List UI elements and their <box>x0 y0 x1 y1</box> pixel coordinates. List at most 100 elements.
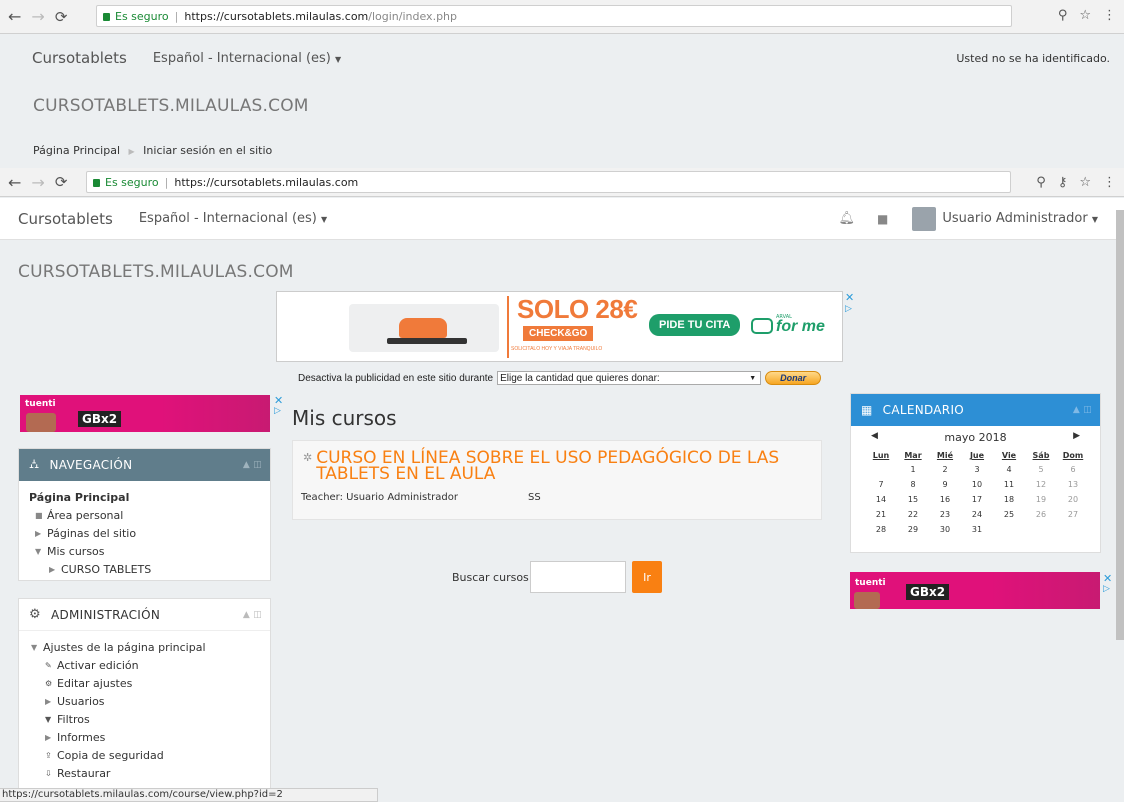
adchoices-icon[interactable]: ▷ <box>845 304 852 314</box>
calendar-header[interactable]: ▦ CALENDARIO ▲ ◫ <box>851 394 1100 426</box>
calendar-day[interactable]: 18 <box>993 492 1025 507</box>
admin-item-users[interactable]: ▶ Usuarios <box>29 693 260 711</box>
calendar-day[interactable]: 24 <box>961 507 993 522</box>
user-menu[interactable]: Usuario Administrador ▼ <box>942 211 1098 226</box>
ad-banner[interactable]: SOLO 28€ CHECK&GO SOLICITALO HOY Y VIAJA… <box>276 291 843 362</box>
brand-link[interactable]: Cursotablets <box>32 49 127 67</box>
search-courses-input[interactable] <box>530 561 626 593</box>
admin-group-frontpage[interactable]: ▼ Ajustes de la página principal <box>29 639 260 657</box>
calendar-day[interactable]: 25 <box>993 507 1025 522</box>
calendar-day[interactable]: 28 <box>865 522 897 537</box>
adchoices-icon[interactable]: ▷ <box>274 406 281 416</box>
tuenti-ad-right[interactable]: tuenti GBx2 <box>850 572 1100 609</box>
calendar-day[interactable]: 22 <box>897 507 929 522</box>
calendar-day[interactable]: 9 <box>929 477 961 492</box>
nav-item-my-courses[interactable]: ▼ Mis cursos <box>29 543 260 561</box>
notifications-bell-icon[interactable]: 🔔︎ <box>839 211 856 226</box>
admin-item-edit-settings[interactable]: ⚙ Editar ajustes <box>29 675 260 693</box>
calendar-week-row: 7 8 9 10 11 12 13 <box>865 477 1089 492</box>
language-menu[interactable]: Español - Internacional (es) ▼ <box>153 51 341 66</box>
back-arrow-icon[interactable]: ← <box>8 173 21 192</box>
reload-icon[interactable]: ⟳ <box>55 173 68 191</box>
calendar-day[interactable]: 11 <box>993 477 1025 492</box>
calendar-day[interactable]: 20 <box>1057 492 1089 507</box>
donate-select[interactable]: Elige la cantidad que quieres donar: ▼ <box>497 371 762 385</box>
calendar-day[interactable]: 29 <box>897 522 929 537</box>
reload-icon[interactable]: ⟳ <box>55 8 68 26</box>
nav-item-site-pages[interactable]: ▶ Páginas del sitio <box>29 525 260 543</box>
forward-arrow-icon[interactable]: → <box>31 173 44 192</box>
calendar-day[interactable]: 5 <box>1025 462 1057 477</box>
menu-dots-icon[interactable]: ⋮ <box>1103 175 1116 190</box>
calendar-day[interactable]: 1 <box>897 462 929 477</box>
zoom-icon[interactable]: ⚲ <box>1036 175 1046 190</box>
nav-item-dashboard[interactable]: ■ Área personal <box>29 507 260 525</box>
calendar-day[interactable]: 8 <box>897 477 929 492</box>
administration-title: ADMINISTRACIÓN <box>50 607 161 622</box>
calendar-day[interactable]: 10 <box>961 477 993 492</box>
language-menu[interactable]: Español - Internacional (es) ▼ <box>139 211 327 226</box>
secure-label: Es seguro <box>115 9 169 23</box>
calendar-month: mayo 2018 <box>944 431 1007 444</box>
calendar-day[interactable]: 3 <box>961 462 993 477</box>
course-title-link[interactable]: CURSO EN LÍNEA SOBRE EL USO PEDAGÓGICO D… <box>316 450 806 483</box>
tuenti-ad-left[interactable]: tuenti GBx2 <box>20 395 270 432</box>
search-go-button[interactable]: Ir <box>632 561 662 593</box>
calendar-day[interactable]: 13 <box>1057 477 1089 492</box>
calendar-day[interactable]: 4 <box>993 462 1025 477</box>
admin-item-restore[interactable]: ⇩ Restaurar <box>29 765 260 783</box>
calendar-day[interactable]: 19 <box>1025 492 1057 507</box>
admin-item-edit-mode[interactable]: ✎ Activar edición <box>29 657 260 675</box>
calendar-day[interactable]: 16 <box>929 492 961 507</box>
nav-home[interactable]: Página Principal <box>29 489 260 507</box>
key-icon[interactable]: ⚷ <box>1058 175 1068 190</box>
scrollbar[interactable] <box>1116 210 1124 640</box>
calendar-day[interactable]: 27 <box>1057 507 1089 522</box>
block-collapse-icon[interactable]: ▲ ◫ <box>243 610 262 620</box>
calendar-day[interactable]: 17 <box>961 492 993 507</box>
next-month-icon[interactable]: ▶ <box>1073 431 1080 441</box>
calendar-day[interactable]: 26 <box>1025 507 1057 522</box>
nav-item-course-tablets[interactable]: ▶ CURSO TABLETS <box>29 561 260 579</box>
admin-item-backup[interactable]: ⇪ Copia de seguridad <box>29 747 260 765</box>
ad-cta-button[interactable]: PIDE TU CITA <box>649 314 741 336</box>
zoom-icon[interactable]: ⚲ <box>1058 8 1068 23</box>
navigation-header[interactable]: ⛼ NAVEGACIÓN ▲ ◫ <box>19 449 270 481</box>
menu-dots-icon[interactable]: ⋮ <box>1103 8 1116 23</box>
address-bar[interactable]: Es seguro | https://cursotablets.milaula… <box>96 5 1012 27</box>
calendar-day[interactable]: 23 <box>929 507 961 522</box>
back-arrow-icon[interactable]: ← <box>8 7 21 26</box>
messages-icon[interactable]: ■ <box>877 212 888 226</box>
ad-close-icon[interactable]: ✕ <box>845 291 854 304</box>
calendar-day[interactable]: 6 <box>1057 462 1089 477</box>
site-title-back: CURSOTABLETS.MILAULAS.COM <box>33 96 309 116</box>
calendar-day[interactable]: 31 <box>961 522 993 537</box>
forward-arrow-icon[interactable]: → <box>31 7 44 26</box>
calendar-day[interactable]: 2 <box>929 462 961 477</box>
calendar-day[interactable]: 15 <box>897 492 929 507</box>
donate-button[interactable]: Donar <box>765 371 822 385</box>
expand-icon: ▶ <box>49 565 56 574</box>
address-bar[interactable]: Es seguro | https://cursotablets.milaula… <box>86 171 1011 193</box>
calendar-day[interactable]: 7 <box>865 477 897 492</box>
admin-item-filters[interactable]: ▼ Filtros <box>29 711 260 729</box>
calendar-week-row: 14 15 16 17 18 19 20 <box>865 492 1089 507</box>
sitemap-icon: ⛼ <box>29 456 40 472</box>
adchoices-icon[interactable]: ▷ <box>1103 584 1110 594</box>
calendar-day[interactable]: 21 <box>865 507 897 522</box>
block-collapse-icon[interactable]: ▲ ◫ <box>1073 405 1092 415</box>
calendar-day-header: Sáb <box>1032 451 1050 460</box>
bookmark-star-icon[interactable]: ☆ <box>1079 8 1091 23</box>
administration-header[interactable]: ⚙ ADMINISTRACIÓN ▲ ◫ <box>19 599 270 631</box>
ad-brand-icon <box>751 318 773 334</box>
avatar[interactable] <box>912 206 937 231</box>
block-collapse-icon[interactable]: ▲ ◫ <box>243 460 262 470</box>
calendar-day[interactable]: 30 <box>929 522 961 537</box>
ad-promo-name: CHECK&GO <box>523 326 594 341</box>
admin-item-reports[interactable]: ▶ Informes <box>29 729 260 747</box>
breadcrumb-home[interactable]: Página Principal <box>33 144 120 157</box>
brand-link[interactable]: Cursotablets <box>18 210 113 228</box>
calendar-day[interactable]: 14 <box>865 492 897 507</box>
bookmark-star-icon[interactable]: ☆ <box>1079 175 1091 190</box>
calendar-day[interactable]: 12 <box>1025 477 1057 492</box>
